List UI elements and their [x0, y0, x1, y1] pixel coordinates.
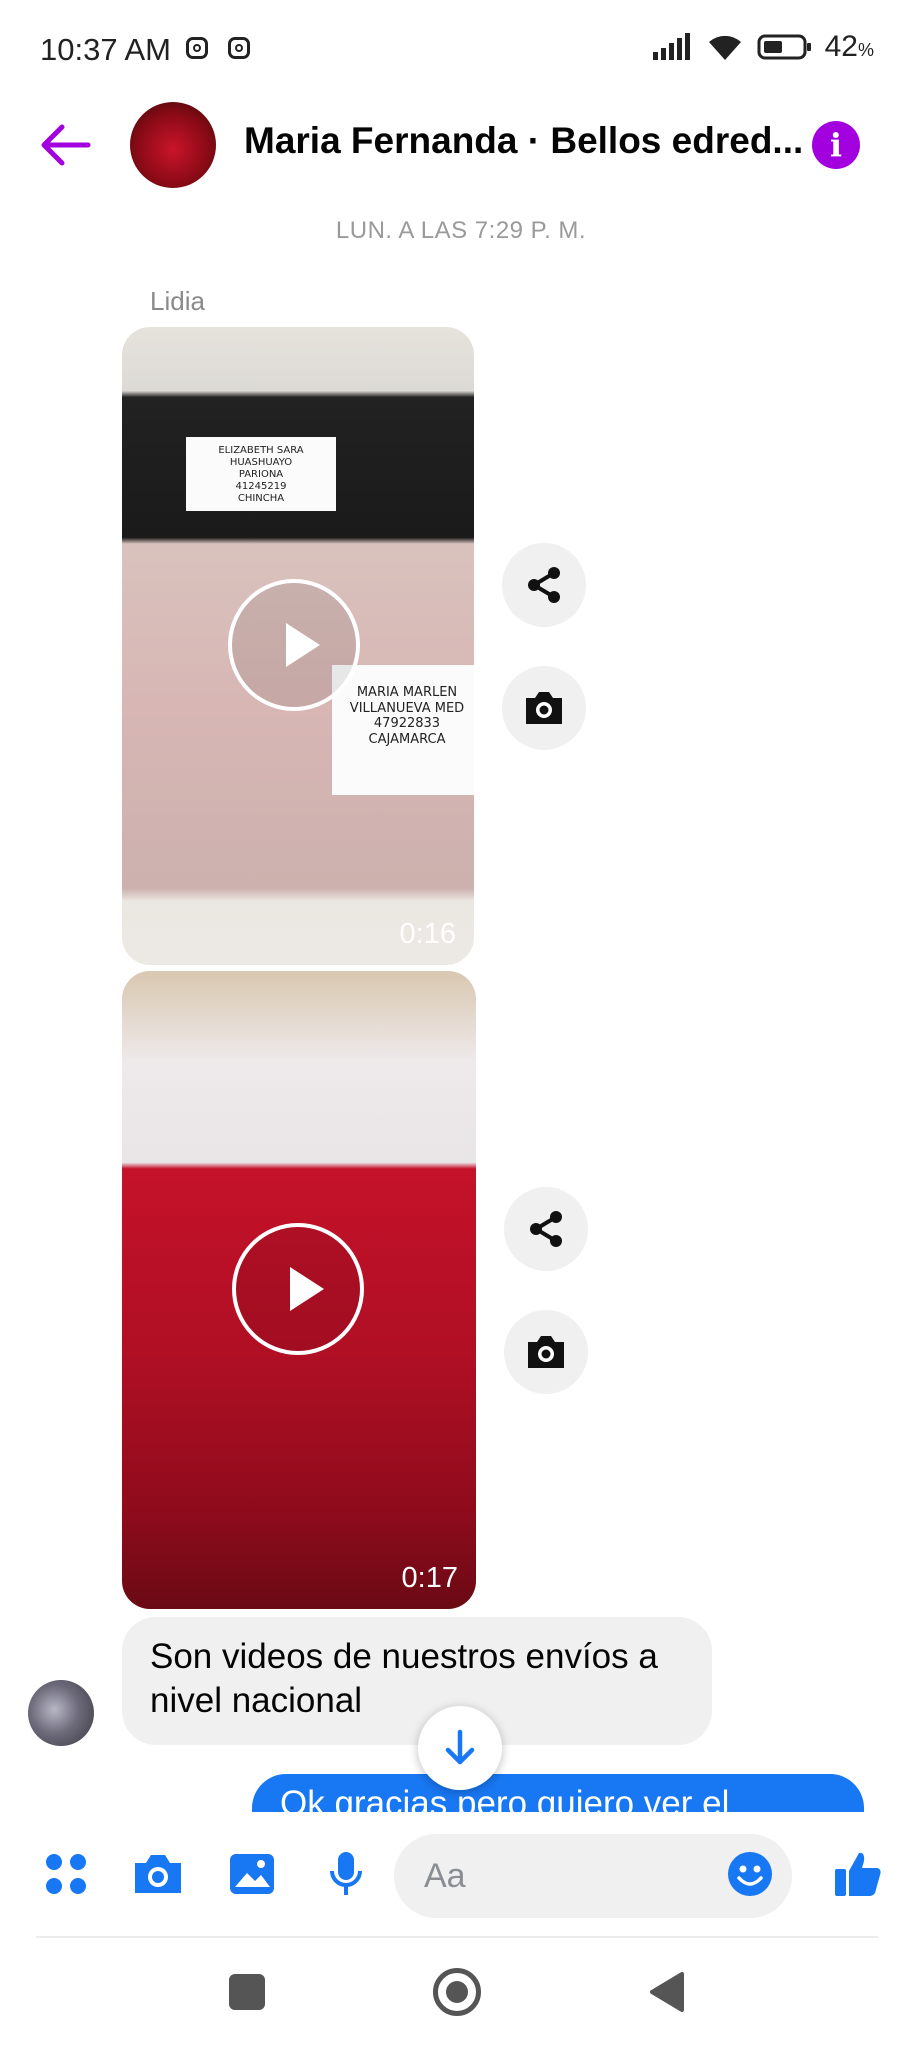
play-icon[interactable] — [228, 579, 360, 711]
video-message[interactable]: ELIZABETH SARA HUASHUAYO PARIONA 4124521… — [122, 327, 474, 965]
instagram-icon — [228, 37, 250, 59]
apps-icon[interactable] — [38, 1846, 94, 1902]
like-icon[interactable] — [830, 1846, 886, 1902]
back-icon[interactable] — [648, 1970, 686, 2014]
share-button[interactable] — [504, 1187, 588, 1271]
video-duration: 0:17 — [401, 1562, 458, 1594]
instagram-icon — [186, 37, 208, 59]
wifi-icon — [708, 35, 741, 60]
conversation-title[interactable]: Maria Fernanda · Bellos edred... — [244, 120, 803, 162]
camera-icon[interactable] — [130, 1846, 186, 1902]
divider — [36, 1936, 878, 1938]
message-timestamp: LUN. A LAS 7:29 P. M. — [335, 217, 587, 244]
gallery-icon[interactable] — [224, 1846, 280, 1902]
shipping-label: MARIA MARLEN VILLANUEVA MED 47922833 CAJ… — [332, 665, 474, 795]
arrow-down-icon — [445, 1729, 475, 1765]
back-arrow-icon[interactable] — [38, 122, 92, 168]
play-icon[interactable] — [232, 1223, 364, 1355]
status-indicators: 42% — [651, 30, 874, 64]
share-icon — [530, 1211, 562, 1247]
microphone-icon[interactable] — [318, 1846, 374, 1902]
emoji-icon[interactable] — [722, 1846, 778, 1902]
share-button[interactable] — [502, 543, 586, 627]
camera-icon — [528, 1336, 564, 1368]
battery-percent: 42% — [824, 30, 874, 63]
scroll-to-bottom-button[interactable] — [418, 1706, 502, 1790]
home-icon[interactable] — [433, 1968, 481, 2016]
camera-icon — [526, 692, 562, 724]
incoming-message[interactable]: Son videos de nuestros envíos a nivel na… — [122, 1617, 712, 1745]
signal-icon — [652, 33, 690, 60]
camera-button[interactable] — [502, 666, 586, 750]
share-icon — [528, 567, 560, 603]
info-icon[interactable]: i — [812, 121, 860, 169]
sender-name: Lidia — [150, 286, 205, 316]
recents-icon[interactable] — [229, 1974, 265, 2010]
video-duration: 0:16 — [399, 918, 456, 950]
sender-avatar[interactable] — [28, 1680, 94, 1746]
status-time: 10:37 AM — [40, 32, 171, 67]
battery-icon — [757, 34, 811, 60]
contact-avatar[interactable] — [130, 102, 216, 188]
camera-button[interactable] — [504, 1310, 588, 1394]
shipping-label: ELIZABETH SARA HUASHUAYO PARIONA 4124521… — [186, 437, 336, 511]
video-message[interactable]: 0:17 — [122, 971, 476, 1609]
